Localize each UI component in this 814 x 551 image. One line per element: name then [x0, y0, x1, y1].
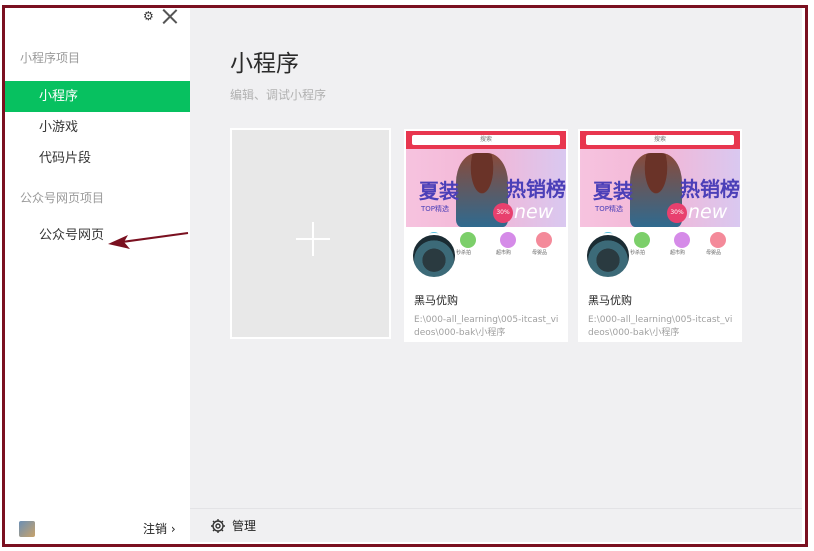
annotation-frame — [2, 5, 808, 547]
